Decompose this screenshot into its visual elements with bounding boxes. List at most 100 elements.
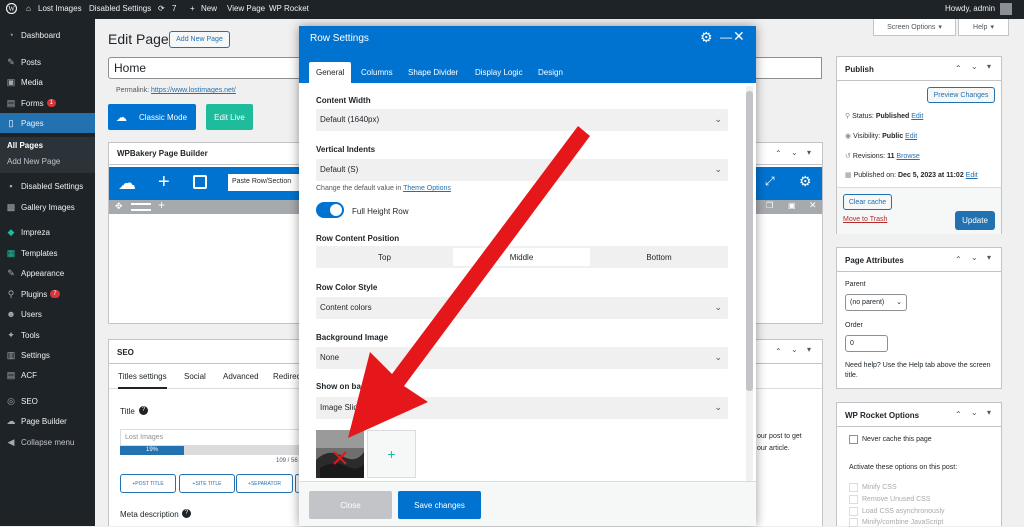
modal-scrollbar[interactable] (746, 86, 753, 496)
close-icon[interactable]: ✕ (733, 28, 745, 45)
cloud-logo-icon[interactable]: ☁ (118, 173, 136, 194)
chevron-up-icon[interactable]: ⌃ (775, 347, 782, 356)
caret-down-icon[interactable]: ▾ (987, 408, 991, 417)
edit-date-link[interactable]: Edit (966, 172, 978, 179)
edit-status-link[interactable]: Edit (911, 113, 923, 120)
chevron-down-icon[interactable]: ⌄ (971, 253, 978, 262)
add-new-page-button[interactable]: Add New Page (169, 31, 230, 48)
updates-count[interactable]: 7 (172, 4, 176, 13)
clear-cache-button[interactable]: Clear cache (843, 194, 892, 210)
remove-unused-css-checkbox[interactable] (849, 495, 858, 504)
tab-titles-settings[interactable]: Titles settings (118, 372, 167, 389)
tab-display-logic[interactable]: Display Logic (468, 62, 530, 83)
layout-icon[interactable] (131, 203, 151, 211)
templates-icon[interactable] (193, 175, 207, 189)
classic-mode-button[interactable]: ☁ Classic Mode (108, 104, 196, 130)
sidebar-item-impreza[interactable]: ◆ Impreza (0, 222, 95, 242)
position-bottom-option[interactable]: Bottom (590, 246, 728, 268)
sidebar-item-forms[interactable]: ▤ Forms 1 (0, 93, 95, 113)
sidebar-item-gallery-images[interactable]: ▩ Gallery Images (0, 197, 95, 217)
chevron-up-icon[interactable]: ⌃ (955, 410, 962, 419)
drag-icon[interactable]: ✥ (115, 201, 123, 212)
sidebar-item-settings[interactable]: ▥ Settings (0, 345, 95, 365)
never-cache-checkbox[interactable] (849, 435, 858, 444)
sidebar-item-templates[interactable]: ▦ Templates (0, 243, 95, 263)
sidebar-item-acf[interactable]: ▤ ACF (0, 365, 95, 385)
disabled-settings-link[interactable]: Disabled Settings (89, 4, 151, 13)
caret-down-icon[interactable]: ▾ (807, 345, 811, 354)
screen-options-button[interactable]: Screen Options ▾ (873, 19, 956, 36)
tab-social[interactable]: Social (184, 372, 206, 381)
parent-select[interactable]: (no parent) ⌄ (845, 294, 907, 311)
howdy-link[interactable]: Howdy, admin (945, 4, 995, 13)
caret-down-icon[interactable]: ▾ (987, 62, 991, 71)
sidebar-item-appearance[interactable]: ✎ Appearance (0, 263, 95, 283)
tab-redirections[interactable]: Redirec (273, 372, 301, 381)
post-title-button[interactable]: + POST TITLE (120, 474, 176, 493)
close-button[interactable]: Close (309, 491, 392, 519)
chevron-down-icon[interactable]: ⌄ (791, 148, 798, 157)
tab-design[interactable]: Design (531, 62, 570, 83)
copy-icon[interactable]: ❐ (766, 201, 773, 210)
updates-icon[interactable]: ⟳ (158, 4, 165, 13)
seo-title-input[interactable]: Lost Images (120, 429, 300, 446)
sidebar-item-posts[interactable]: ✎ Posts (0, 52, 95, 72)
load-css-async-checkbox[interactable] (849, 507, 858, 516)
collapse-menu-button[interactable]: ◀ Collapse menu (0, 432, 95, 452)
browse-revisions-link[interactable]: Browse (896, 153, 919, 160)
chevron-up-icon[interactable]: ⌃ (955, 255, 962, 264)
minimize-icon[interactable]: — (720, 30, 732, 44)
tab-columns[interactable]: Columns (354, 62, 400, 83)
chevron-down-icon[interactable]: ⌄ (971, 62, 978, 71)
chevron-down-icon[interactable]: ⌄ (971, 408, 978, 417)
add-column-icon[interactable]: + (158, 198, 165, 212)
page-title-input[interactable]: Home (108, 57, 303, 79)
tab-shape-divider[interactable]: Shape Divider (401, 62, 465, 83)
update-button[interactable]: Update (955, 211, 995, 230)
sidebar-item-dashboard[interactable]: ◔ Dashboard (0, 25, 95, 45)
sidebar-item-plugins[interactable]: ⚲ Plugins 7 (0, 284, 95, 304)
sidebar-item-page-builder[interactable]: ☁ Page Builder (0, 411, 95, 431)
sidebar-item-pages[interactable]: ▯ Pages (0, 113, 95, 133)
order-input[interactable]: 0 (845, 335, 888, 352)
preview-changes-button[interactable]: Preview Changes (927, 87, 995, 103)
permalink-link[interactable]: https://www.lostimages.net/ (151, 87, 236, 94)
chevron-up-icon[interactable]: ⌃ (775, 149, 782, 158)
wordpress-logo-icon[interactable]: W (5, 2, 18, 16)
view-page-link[interactable]: View Page (227, 4, 265, 13)
fullscreen-icon[interactable]: ⤢ (765, 174, 775, 189)
gear-icon[interactable]: ⚙ (700, 29, 713, 46)
sidebar-item-users[interactable]: ☻ Users (0, 304, 95, 324)
caret-down-icon[interactable]: ▾ (987, 253, 991, 262)
help-button[interactable]: Help ▾ (958, 19, 1009, 36)
avatar[interactable] (1000, 3, 1012, 15)
gear-icon[interactable]: ⚙ (799, 173, 812, 190)
edit-live-button[interactable]: Edit Live (206, 104, 253, 130)
help-icon[interactable]: ? (139, 406, 148, 415)
new-link[interactable]: New (201, 4, 217, 13)
close-icon[interactable]: ✕ (809, 200, 817, 211)
chevron-down-icon[interactable]: ⌄ (791, 345, 798, 354)
sidebar-item-tools[interactable]: ✦ Tools (0, 325, 95, 345)
sidebar-item-media[interactable]: ▣ Media (0, 72, 95, 92)
submenu-add-new-page[interactable]: Add New Page (0, 153, 95, 169)
edit-visibility-link[interactable]: Edit (905, 133, 917, 140)
site-name-link[interactable]: Lost Images (38, 4, 82, 13)
paste-row-input[interactable]: Paste Row/Section (228, 174, 303, 191)
delete-icon[interactable]: ▣ (788, 201, 796, 210)
separator-button[interactable]: + SEPARATOR (236, 474, 293, 493)
caret-down-icon[interactable]: ▾ (807, 148, 811, 157)
help-icon[interactable]: ? (182, 509, 191, 518)
sidebar-item-disabled-settings[interactable]: ▪ Disabled Settings (0, 176, 95, 196)
chevron-up-icon[interactable]: ⌃ (955, 64, 962, 73)
save-changes-button[interactable]: Save changes (398, 491, 481, 519)
site-title-button[interactable]: + SITE TITLE (179, 474, 235, 493)
add-element-icon[interactable]: + (158, 171, 170, 194)
sidebar-item-seo[interactable]: ◎ SEO (0, 391, 95, 411)
wp-rocket-link[interactable]: WP Rocket (269, 4, 309, 13)
tab-general[interactable]: General (309, 62, 352, 83)
minify-css-checkbox[interactable] (849, 483, 858, 492)
submenu-all-pages[interactable]: All Pages (0, 137, 95, 153)
move-to-trash-link[interactable]: Move to Trash (843, 216, 887, 223)
modal-scrollbar-thumb[interactable] (746, 91, 753, 391)
